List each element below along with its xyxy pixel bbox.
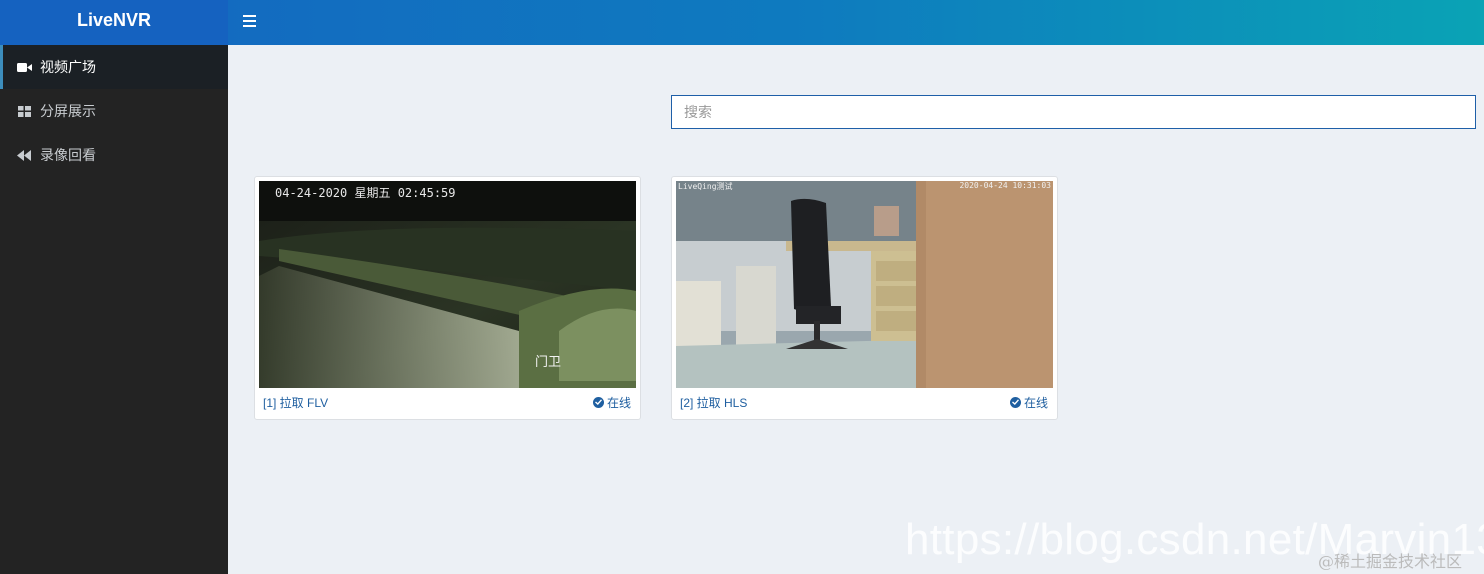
status-text: 在线 [606, 395, 631, 410]
watermark-community: @稀土掘金技术社区 [1318, 552, 1463, 571]
grid-icon [16, 104, 32, 118]
video-channel-tag: LiveQing测试 [678, 182, 733, 191]
sidebar-item-split-screen[interactable]: 分屏展示 [0, 89, 228, 133]
sidebar-item-video-square[interactable]: 视频广场 [0, 45, 228, 89]
video-thumbnail[interactable]: 04-24-2020 星期五 02:45:59 门卫 [259, 181, 636, 388]
sidebar-item-playback[interactable]: 录像回看 [0, 133, 228, 177]
rewind-icon [16, 148, 32, 162]
status-badge: 在线 [1009, 394, 1048, 411]
video-location-tag: 门卫 [535, 354, 562, 369]
check-circle-icon [1009, 396, 1021, 408]
sidebar-toggle-icon[interactable] [240, 12, 260, 30]
video-camera-icon [16, 60, 32, 74]
channel-card[interactable]: 04-24-2020 星期五 02:45:59 门卫 [1] 拉取 FLV 在线 [254, 176, 641, 420]
channel-name[interactable]: [2] 拉取 HLS [680, 394, 747, 411]
video-timestamp: 2020-04-24 10:31:03 [959, 181, 1051, 190]
check-circle-icon [592, 396, 604, 408]
video-timestamp: 04-24-2020 星期五 02:45:59 [275, 186, 456, 200]
status-badge: 在线 [592, 394, 631, 411]
search-input[interactable] [671, 95, 1476, 129]
app-logo[interactable]: LiveNVR [0, 0, 228, 45]
sidebar-item-label: 视频广场 [40, 59, 96, 75]
sidebar-item-label: 分屏展示 [40, 103, 96, 119]
video-thumbnail[interactable]: LiveQing测试 2020-04-24 10:31:03 [676, 181, 1053, 388]
sidebar-item-label: 录像回看 [40, 147, 96, 163]
channel-name[interactable]: [1] 拉取 FLV [263, 394, 328, 411]
channel-card[interactable]: LiveQing测试 2020-04-24 10:31:03 [2] 拉取 HL… [671, 176, 1058, 420]
status-text: 在线 [1023, 395, 1048, 410]
sidebar: 视频广场 分屏展示 录像回看 [0, 45, 228, 574]
